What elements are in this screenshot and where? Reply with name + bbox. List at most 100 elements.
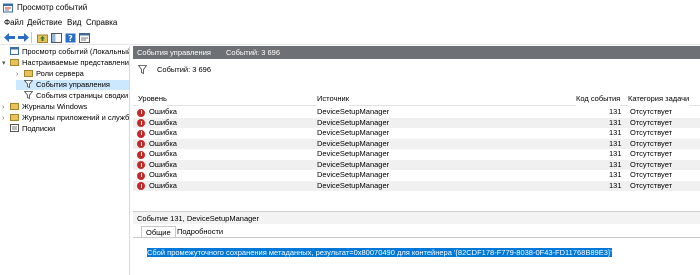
tree-item-label: Подписки — [22, 124, 56, 133]
column-header-source[interactable]: Источник — [317, 92, 350, 106]
cell-task-category: Отсутствует — [630, 128, 673, 137]
chevron-right-icon[interactable]: › — [2, 103, 10, 113]
svg-text:?: ? — [68, 34, 73, 43]
filtered-event-count: Событий: 3 696 — [157, 65, 212, 74]
tree-item-custom-views[interactable]: ▾ Настраиваемые представления — [2, 58, 130, 69]
error-icon — [137, 150, 145, 159]
navigation-tree: Просмотр событий (Локальный) ▾ Настраивае… — [0, 46, 130, 275]
tree-item-label: Роли сервера — [36, 69, 84, 78]
table-row[interactable]: Ошибка DeviceSetupManager 131 Отсутствует — [133, 107, 700, 118]
tree-item-label: Журналы Windows — [22, 102, 88, 111]
cell-level: Ошибка — [149, 107, 177, 116]
cell-event-code: 131 — [609, 180, 622, 190]
cell-source: DeviceSetupManager — [317, 180, 390, 190]
forward-arrow-icon[interactable] — [17, 32, 29, 43]
view-title: События управления — [137, 48, 211, 57]
chevron-right-icon[interactable]: › — [2, 114, 10, 124]
table-row[interactable]: Ошибка DeviceSetupManager 131 Отсутствует — [133, 170, 700, 181]
cell-event-code: 131 — [609, 117, 622, 127]
event-message-text: Сбой промежуточного сохранения метаданны… — [147, 248, 612, 257]
table-row[interactable]: Ошибка DeviceSetupManager 131 Отсутствует — [133, 117, 700, 128]
cell-source: DeviceSetupManager — [317, 138, 390, 148]
chevron-right-icon[interactable]: › — [16, 70, 24, 80]
back-arrow-icon[interactable] — [3, 32, 15, 43]
menu-bar: Файл Действие Вид Справка — [0, 16, 700, 30]
filter-row: Событий: 3 696 — [133, 63, 700, 77]
table-row[interactable]: Ошибка DeviceSetupManager 131 Отсутствует — [133, 149, 700, 160]
toolbar: ? — [0, 30, 700, 45]
cell-task-category: Отсутствует — [630, 170, 673, 179]
error-icon — [137, 129, 145, 138]
cell-event-code: 131 — [609, 138, 622, 148]
filter-icon[interactable] — [138, 65, 147, 74]
cell-event-code: 131 — [609, 159, 622, 169]
table-row[interactable]: Ошибка DeviceSetupManager 131 Отсутствует — [133, 159, 700, 170]
menu-action[interactable]: Действие — [27, 18, 62, 27]
cell-level: Ошибка — [149, 180, 177, 190]
table-row[interactable]: Ошибка DeviceSetupManager 131 Отсутствует — [133, 138, 700, 149]
cell-event-code: 131 — [609, 170, 622, 179]
toolbar-separator — [31, 32, 32, 43]
cell-level: Ошибка — [149, 159, 177, 169]
event-message[interactable]: Сбой промежуточного сохранения метаданны… — [147, 248, 693, 258]
column-header-level[interactable]: Уровень — [138, 92, 167, 106]
cell-level: Ошибка — [149, 128, 177, 137]
tree-item-label: Настраиваемые представления — [22, 58, 130, 67]
tree-item-label: Просмотр событий (Локальный) — [22, 47, 130, 56]
menu-view[interactable]: Вид — [67, 18, 81, 27]
folder-icon — [10, 59, 19, 66]
error-icon — [137, 161, 145, 169]
column-header-task-category[interactable]: Категория задачи — [628, 92, 690, 106]
cell-task-category: Отсутствует — [630, 117, 673, 127]
cell-level: Ошибка — [149, 117, 177, 127]
cell-task-category: Отсутствует — [630, 149, 673, 158]
view-event-count: Событий: 3 696 — [226, 48, 281, 57]
tree-item-summary-events[interactable]: События страницы сводки — [16, 91, 129, 101]
cell-source: DeviceSetupManager — [317, 107, 390, 116]
event-detail-header: Событие 131, DeviceSetupManager — [133, 211, 700, 224]
tree-item-subscriptions[interactable]: Подписки — [2, 124, 129, 134]
event-detail-title: Событие 131, DeviceSetupManager — [137, 214, 259, 223]
title-bar: Просмотр событий — [0, 0, 700, 16]
cell-level: Ошибка — [149, 170, 177, 179]
subscription-icon — [10, 124, 19, 132]
folder-icon — [24, 70, 33, 77]
tree-item-server-roles[interactable]: › Роли сервера — [16, 69, 129, 80]
table-row[interactable]: Ошибка DeviceSetupManager 131 Отсутствует — [133, 180, 700, 191]
error-icon — [137, 119, 145, 127]
event-message-panel: Сбой промежуточного сохранения метаданны… — [133, 237, 700, 275]
tree-item-admin-events[interactable]: События управления — [16, 80, 129, 90]
menu-file[interactable]: Файл — [4, 18, 24, 27]
tree-item-label: События страницы сводки — [36, 91, 129, 100]
filter-icon — [24, 80, 33, 88]
help-icon[interactable]: ? — [64, 32, 76, 43]
show-hide-tree-icon[interactable] — [50, 32, 62, 43]
tree-item-label: Журналы приложений и служб — [22, 113, 130, 122]
cell-level: Ошибка — [149, 138, 177, 148]
cell-source: DeviceSetupManager — [317, 128, 390, 137]
tree-item-event-viewer-local[interactable]: Просмотр событий (Локальный) — [2, 47, 130, 57]
tree-item-app-service-logs[interactable]: › Журналы приложений и служб — [2, 113, 130, 124]
table-row[interactable]: Ошибка DeviceSetupManager 131 Отсутствует — [133, 128, 700, 139]
up-folder-icon[interactable] — [36, 32, 48, 43]
event-viewer-icon — [10, 47, 19, 55]
error-icon — [137, 140, 145, 148]
column-header-event-code[interactable]: Код события — [576, 92, 621, 106]
view-header: События управления Событий: 3 696 — [133, 46, 700, 59]
error-icon — [137, 108, 145, 117]
event-viewer-icon — [3, 3, 13, 13]
chevron-down-icon[interactable]: ▾ — [2, 59, 10, 69]
window-title: Просмотр событий — [17, 3, 88, 12]
cell-source: DeviceSetupManager — [317, 117, 390, 127]
menu-help[interactable]: Справка — [86, 18, 117, 27]
error-icon — [137, 182, 145, 190]
cell-event-code: 131 — [609, 128, 622, 137]
filter-icon — [24, 91, 33, 99]
cell-level: Ошибка — [149, 149, 177, 158]
folder-icon — [10, 114, 19, 121]
properties-icon[interactable] — [78, 32, 90, 43]
cell-source: DeviceSetupManager — [317, 159, 390, 169]
cell-source: DeviceSetupManager — [317, 170, 390, 179]
cell-task-category: Отсутствует — [630, 180, 673, 190]
tree-item-windows-logs[interactable]: › Журналы Windows — [2, 102, 129, 113]
